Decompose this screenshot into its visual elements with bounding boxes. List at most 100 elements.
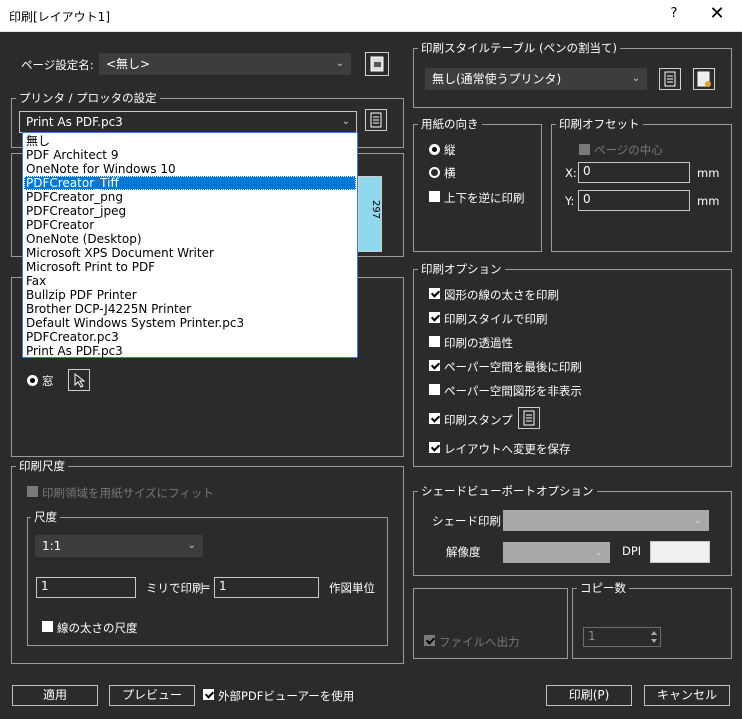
pick-window-button[interactable] (68, 369, 90, 391)
printer-option[interactable]: Microsoft XPS Document Writer (24, 246, 356, 260)
chevron-down-icon: ⌄ (631, 73, 640, 84)
printer-option[interactable]: PDFCreator_jpeg (24, 204, 356, 218)
plot-option-checkbox[interactable] (429, 336, 440, 347)
plot-stamp-settings-button[interactable] (518, 407, 540, 429)
plot-option-checkbox[interactable] (429, 288, 440, 299)
printer-option[interactable]: Brother DCP-J4225N Printer (24, 302, 356, 316)
plot-option-label: ペーパー空間図形を非表示 (444, 384, 582, 398)
plot-style-label: 印刷スタイルテーブル (ペンの割当て) (418, 40, 620, 56)
plot-to-file-label: ファイルへ出力 (439, 635, 520, 649)
printer-option[interactable]: PDFCreator (24, 218, 356, 232)
printer-option[interactable]: Microsoft Print to PDF (24, 260, 356, 274)
plot-style-new-button[interactable] (693, 68, 715, 90)
x-label: X: (565, 166, 577, 180)
printer-dropdown-list[interactable]: 無し PDF Architect 9 OneNote for Windows 10 P… (22, 132, 358, 358)
landscape-label: 横 (444, 166, 456, 180)
print-button[interactable]: 印刷(P) (546, 685, 632, 706)
lineweight-checkbox[interactable] (42, 621, 53, 632)
x-offset-input[interactable]: 0 (578, 162, 690, 183)
page-setup-value: <無し> (106, 57, 151, 71)
scale-value: 1:1 (42, 539, 62, 553)
copies-group (572, 588, 732, 659)
plot-style-combo[interactable]: 無し(通常使うプリンタ) ⌄ (425, 68, 647, 90)
printer-combo[interactable]: Print As PDF.pc3 ⌄ (19, 111, 357, 133)
orientation-label: 用紙の向き (418, 116, 482, 132)
plot-to-file-checkbox[interactable] (424, 635, 435, 646)
printer-option[interactable]: PDFCreator_Tiff (24, 176, 356, 190)
plot-option-checkbox[interactable] (429, 360, 440, 371)
fit-to-paper-label: 印刷領域を用紙サイズにフィット (42, 486, 214, 500)
printer-option[interactable]: 無し (24, 134, 356, 148)
window-radio[interactable] (27, 375, 38, 386)
plot-style-edit-button[interactable] (659, 68, 681, 90)
cursor-arrow-icon (74, 372, 86, 388)
dpi-label: DPI (622, 544, 642, 558)
cancel-button[interactable]: キャンセル (644, 685, 730, 706)
scale-sub-label: 尺度 (31, 509, 60, 525)
plot-option-label: 図形の線の太さを印刷 (444, 288, 559, 302)
equals-sign: = (201, 580, 211, 594)
close-button[interactable]: ✕ (702, 3, 732, 24)
portrait-radio[interactable] (429, 144, 440, 155)
external-pdf-checkbox[interactable] (203, 689, 214, 700)
unit-input[interactable]: 1 (214, 577, 319, 598)
page-setup-add-button[interactable] (365, 52, 389, 76)
printer-selected: Print As PDF.pc3 (26, 115, 123, 129)
help-button[interactable]: ? (664, 6, 684, 21)
paper-preview-dimension: 297 (370, 199, 382, 220)
dialog-body: ページ設定名: <無し> ⌄ プリンタ / プロッタの設定 Print As P… (0, 32, 742, 719)
plot-style-value: 無し(通常使うプリンタ) (432, 72, 562, 86)
page-setup-icon (370, 56, 384, 72)
properties-icon (370, 112, 382, 128)
printer-group-label: プリンタ / プロッタの設定 (16, 90, 160, 106)
upside-down-checkbox[interactable] (429, 191, 440, 202)
printer-option[interactable]: PDFCreator.pc3 (24, 330, 356, 344)
printer-option[interactable]: OneNote (Desktop) (24, 232, 356, 246)
y-unit-label: mm (697, 194, 720, 208)
shade-plot-combo[interactable]: ⌄ (503, 510, 709, 531)
landscape-radio[interactable] (429, 167, 440, 178)
shade-plot-label: シェード印刷 (432, 514, 501, 528)
upside-down-label: 上下を逆に印刷 (444, 191, 525, 205)
dpi-input[interactable] (650, 541, 710, 563)
copies-spin-buttons[interactable] (648, 628, 660, 646)
plot-option-label: ペーパー空間を最後に印刷 (444, 360, 582, 374)
printer-option[interactable]: OneNote for Windows 10 (24, 162, 356, 176)
chevron-down-icon: ⌄ (187, 540, 196, 551)
printer-option[interactable]: Print As PDF.pc3 (24, 344, 356, 358)
plot-option-checkbox[interactable] (429, 384, 440, 395)
plot-option-checkbox[interactable] (429, 442, 440, 453)
unit-label: 作図単位 (329, 581, 375, 595)
apply-button[interactable]: 適用 (12, 685, 98, 706)
printer-option[interactable]: Bullzip PDF Printer (24, 288, 356, 302)
fit-to-paper-checkbox[interactable] (27, 486, 38, 497)
external-pdf-label: 外部PDFビューアーを使用 (218, 689, 355, 703)
shaded-viewport-label: シェードビューポートオプション (418, 483, 597, 499)
quality-combo[interactable]: ⌄ (503, 542, 610, 563)
plot-option-checkbox[interactable] (429, 413, 440, 424)
center-plot-checkbox[interactable] (579, 144, 590, 155)
printer-option[interactable]: Fax (24, 274, 356, 288)
preview-button[interactable]: プレビュー (109, 685, 195, 706)
plot-options-label: 印刷オプション (418, 261, 505, 277)
spin-arrows-icon (651, 631, 657, 643)
printer-option[interactable]: Default Windows System Printer.pc3 (24, 316, 356, 330)
shaded-viewport-group (413, 491, 732, 576)
y-offset-input[interactable]: 0 (578, 190, 690, 211)
printer-properties-button[interactable] (365, 109, 387, 131)
new-document-icon (697, 71, 711, 87)
scale-combo[interactable]: 1:1 ⌄ (35, 535, 203, 557)
y-label: Y: (565, 194, 575, 208)
mm-input[interactable]: 1 (36, 577, 136, 598)
chevron-down-icon: ⌄ (335, 58, 344, 69)
plot-option-label: 印刷スタイルで印刷 (444, 312, 548, 326)
printer-option[interactable]: PDF Architect 9 (24, 148, 356, 162)
lineweight-label: 線の太さの尺度 (57, 621, 138, 635)
printer-option[interactable]: PDFCreator_png (24, 190, 356, 204)
properties-icon (523, 410, 535, 426)
x-unit-label: mm (697, 166, 720, 180)
page-setup-combo[interactable]: <無し> ⌄ (99, 53, 351, 75)
portrait-label: 縦 (444, 143, 456, 157)
window-label: 窓 (42, 374, 54, 388)
plot-option-checkbox[interactable] (429, 312, 440, 323)
